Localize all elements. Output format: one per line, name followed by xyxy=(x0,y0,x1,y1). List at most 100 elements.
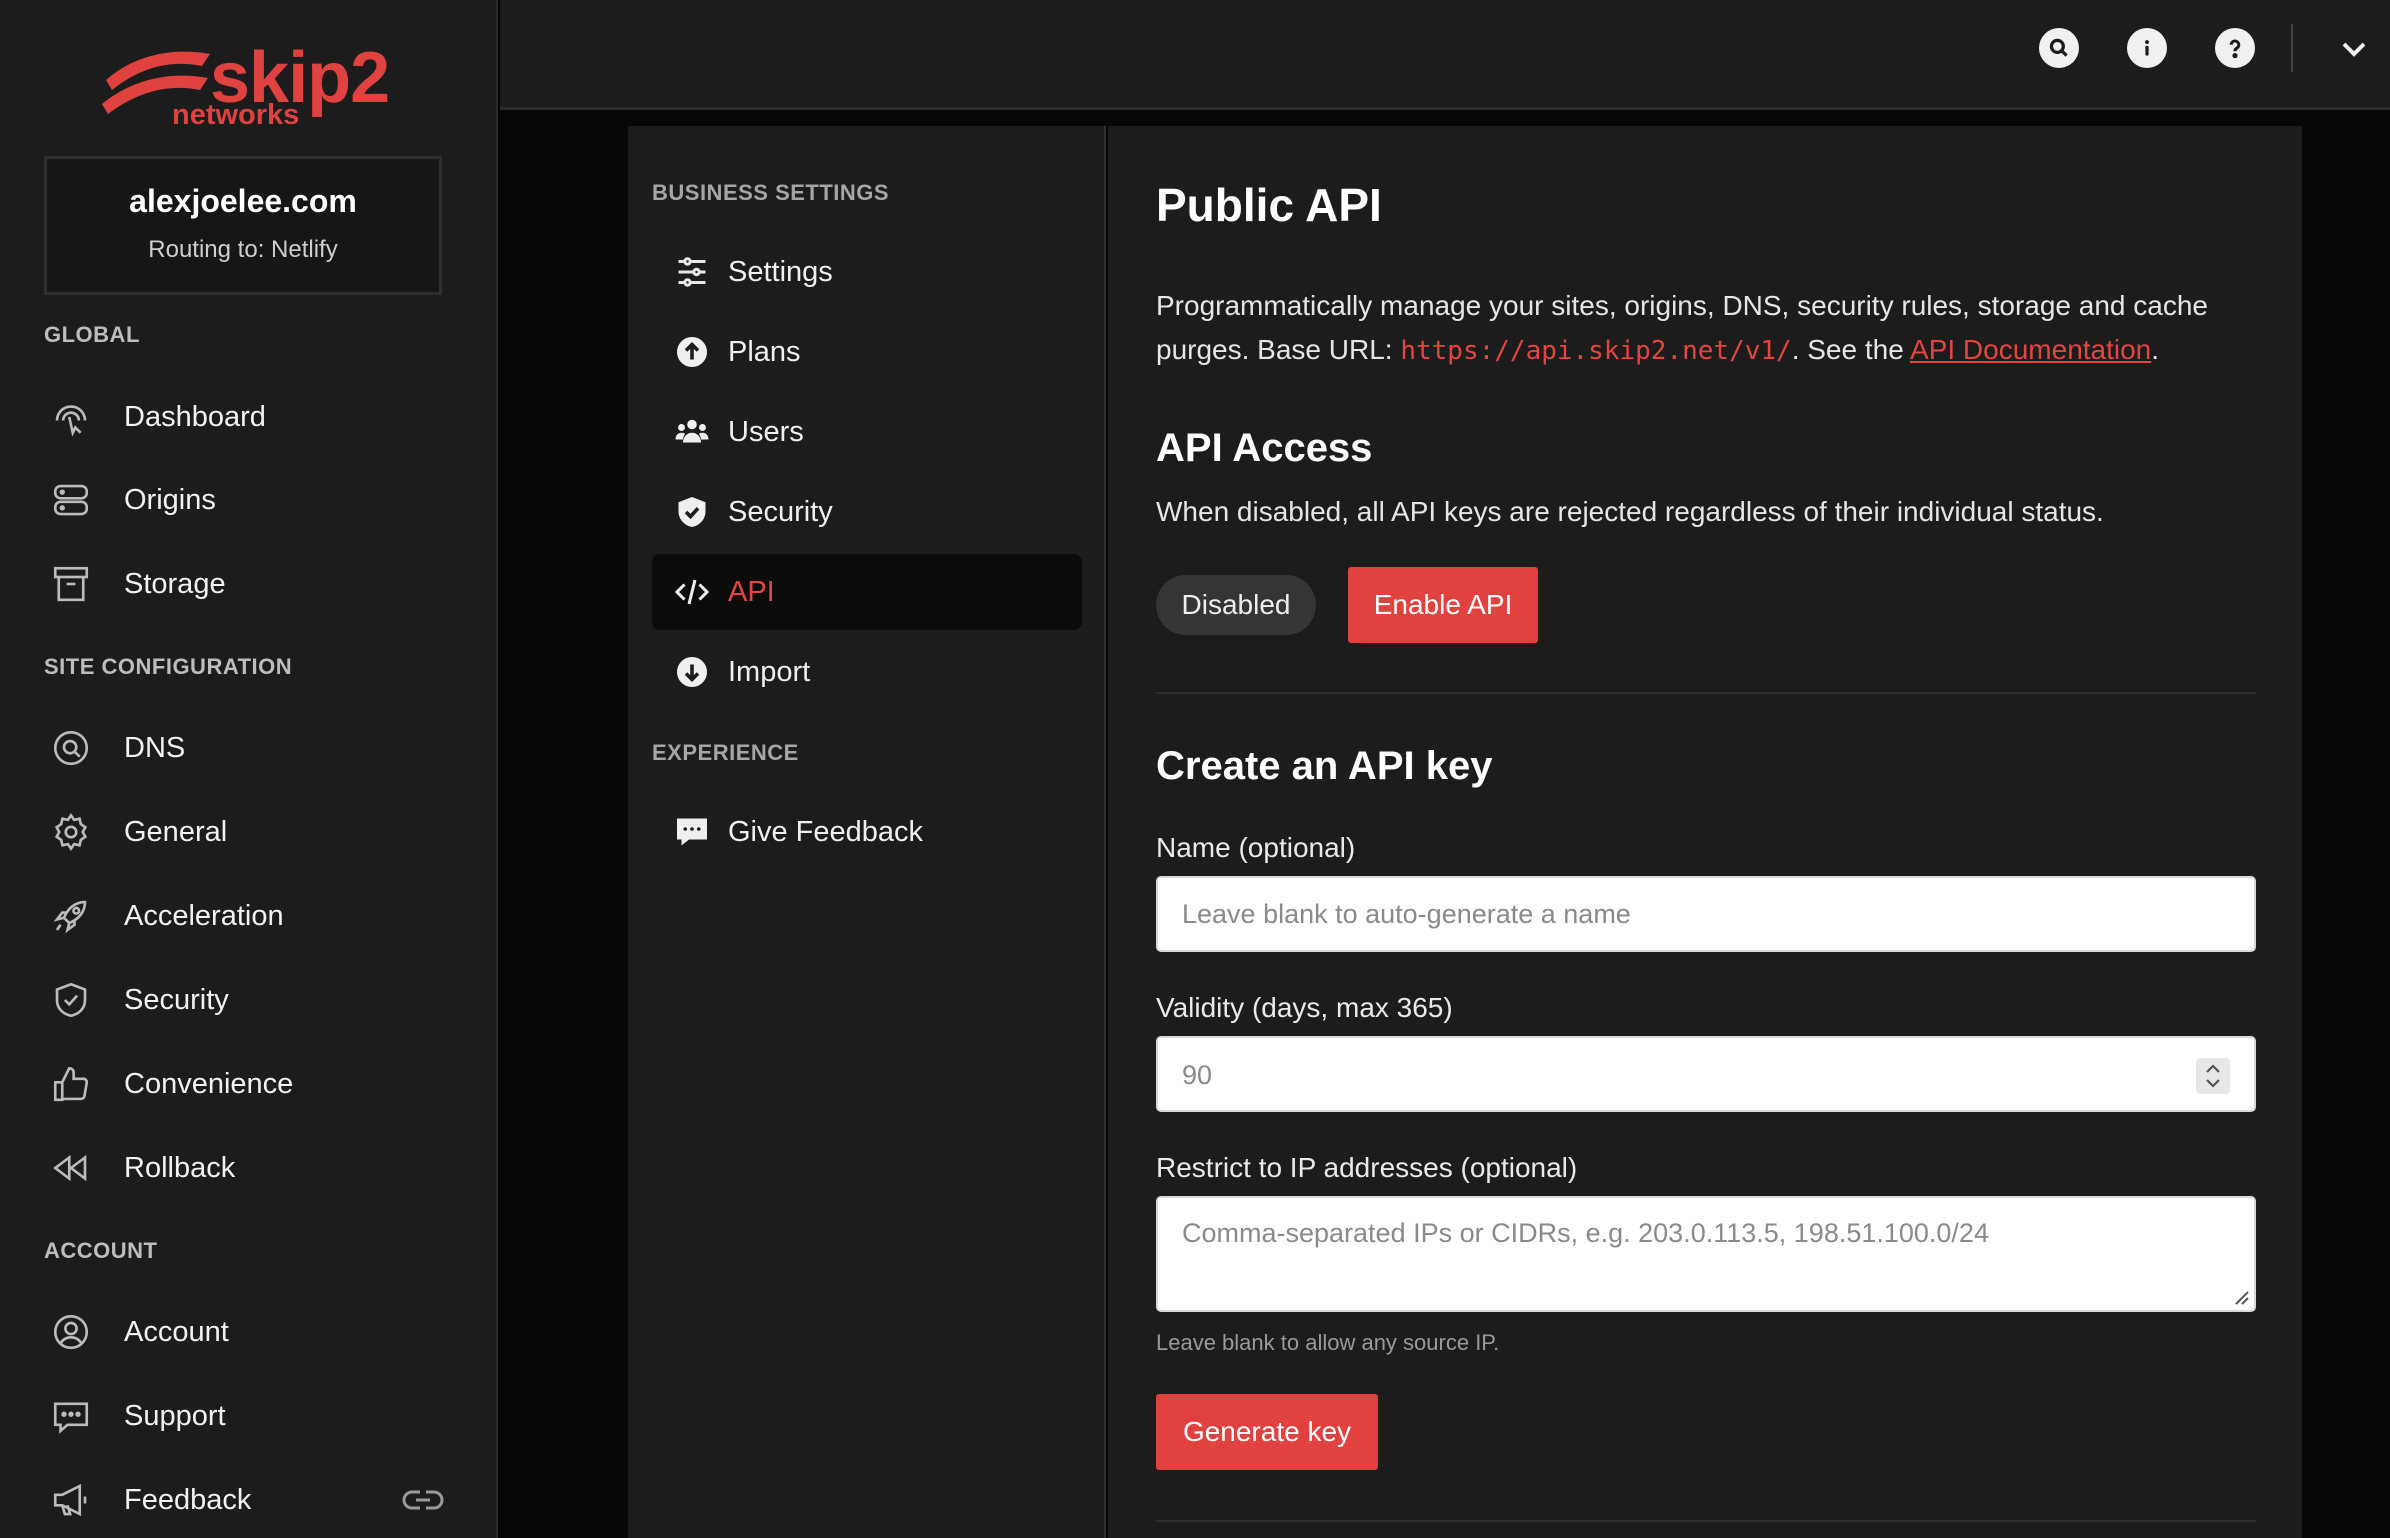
site-routing: Routing to: Netlify xyxy=(148,236,338,263)
base-url: https://api.skip2.net/v1/ xyxy=(1400,336,1792,366)
sidebar-item-storage[interactable]: Storage xyxy=(44,556,454,612)
sidebar-item-acceleration[interactable]: Acceleration xyxy=(44,888,454,944)
validity-input[interactable]: 90 xyxy=(1156,1036,2256,1112)
sidebar-item-label: Security xyxy=(124,983,229,1016)
validity-value: 90 xyxy=(1182,1060,1213,1090)
shield-check-icon xyxy=(44,972,108,1028)
settings-nav-label: API xyxy=(728,575,775,608)
sidebar-item-label: Rollback xyxy=(124,1151,236,1184)
settings-nav-item-api[interactable]: API xyxy=(652,554,1082,630)
thumbs-up-icon xyxy=(44,1056,108,1112)
gear-icon xyxy=(44,804,108,860)
section-experience: EXPERIENCE xyxy=(652,740,799,765)
sidebar-item-label: DNS xyxy=(124,731,186,764)
sidebar-item-label: Acceleration xyxy=(124,899,284,932)
sidebar-item-label: Support xyxy=(124,1399,226,1432)
site-selector[interactable]: alexjoelee.com Routing to: Netlify xyxy=(44,156,442,295)
server-icon xyxy=(44,472,108,528)
validity-label: Validity (days, max 365) xyxy=(1156,992,1453,1023)
rewind-icon xyxy=(44,1140,108,1196)
ip-restriction-textarea[interactable]: Comma-separated IPs or CIDRs, e.g. 203.0… xyxy=(1156,1196,2256,1312)
logo-subtitle: networks xyxy=(172,99,300,131)
ip-help-text: Leave blank to allow any source IP. xyxy=(1156,1330,1500,1355)
section-divider xyxy=(1156,692,2256,694)
user-circle-icon xyxy=(44,1304,108,1360)
sidebar-item-account[interactable]: Account xyxy=(44,1304,454,1360)
settings-nav-label: Security xyxy=(728,495,833,528)
section-account: ACCOUNT xyxy=(44,1238,158,1263)
sidebar-item-support[interactable]: Support xyxy=(44,1388,454,1444)
settings-nav-label: Plans xyxy=(728,335,801,368)
sidebar-item-label: Feedback xyxy=(124,1483,252,1516)
enable-api-button[interactable]: Enable API xyxy=(1348,567,1538,643)
dashboard-icon xyxy=(44,389,108,445)
section-site-configuration: SITE CONFIGURATION xyxy=(44,654,293,679)
api-status-badge: Disabled xyxy=(1156,575,1316,635)
page-title: Public API xyxy=(1156,179,1382,231)
shield-check-icon xyxy=(672,492,712,532)
create-api-key-title: Create an API key xyxy=(1156,744,1493,788)
site-name: alexjoelee.com xyxy=(129,183,357,219)
settings-nav-item-import[interactable]: Import xyxy=(652,634,1082,710)
sidebar-item-label: General xyxy=(124,815,228,848)
settings-nav-item-plans[interactable]: Plans xyxy=(652,314,1082,390)
users-icon xyxy=(672,412,712,452)
resize-handle-icon[interactable] xyxy=(2230,1286,2250,1306)
api-settings-panel: Public API Programmatically manage your … xyxy=(1108,126,2302,1538)
section-business-settings: BUSINESS SETTINGS xyxy=(652,180,890,205)
sidebar-item-rollback[interactable]: Rollback xyxy=(44,1140,454,1196)
sidebar-item-convenience[interactable]: Convenience xyxy=(44,1056,454,1112)
section-global: GLOBAL xyxy=(44,322,140,347)
chat-bubble-icon xyxy=(672,812,712,852)
arrow-down-circle-icon xyxy=(672,652,712,692)
megaphone-icon xyxy=(44,1472,108,1528)
settings-nav-label: Give Feedback xyxy=(728,815,924,848)
code-icon xyxy=(672,572,712,612)
key-name-input[interactable] xyxy=(1156,876,2256,952)
info-icon[interactable] xyxy=(2127,28,2167,68)
ip-restriction-label: Restrict to IP addresses (optional) xyxy=(1156,1152,1578,1183)
sidebar-item-label: Account xyxy=(124,1315,229,1348)
help-icon[interactable] xyxy=(2215,28,2255,68)
sidebar-item-label: Convenience xyxy=(124,1067,294,1100)
settings-nav-item-security[interactable]: Security xyxy=(652,474,1082,550)
rocket-icon xyxy=(44,888,108,944)
archive-icon xyxy=(44,556,108,612)
settings-nav-label: Users xyxy=(728,415,804,448)
skip2-logo[interactable]: skip2 networks xyxy=(98,38,390,131)
section-divider xyxy=(1156,1520,2256,1522)
settings-nav-item-users[interactable]: Users xyxy=(652,394,1082,470)
top-bar xyxy=(500,0,2390,110)
sidebar-item-origins[interactable]: Origins xyxy=(44,472,454,528)
topbar-divider xyxy=(2291,24,2293,72)
dns-search-icon xyxy=(44,720,108,776)
search-icon[interactable] xyxy=(2039,28,2079,68)
settings-nav: BUSINESS SETTINGS Settings Plans Users S… xyxy=(628,126,1106,1538)
number-stepper[interactable] xyxy=(2196,1058,2230,1094)
api-access-title: API Access xyxy=(1156,426,1373,470)
settings-nav-item-give-feedback[interactable]: Give Feedback xyxy=(652,794,1082,870)
link-icon[interactable] xyxy=(400,1482,446,1518)
sidebar-item-feedback[interactable]: Feedback xyxy=(44,1472,454,1528)
sidebar: skip2 networks alexjoelee.com Routing to… xyxy=(0,0,498,1538)
sidebar-item-dns[interactable]: DNS xyxy=(44,720,454,776)
sidebar-item-label: Storage xyxy=(124,567,226,600)
sidebar-item-dashboard[interactable]: Dashboard xyxy=(44,389,454,445)
ip-placeholder: Comma-separated IPs or CIDRs, e.g. 203.0… xyxy=(1182,1218,1989,1248)
name-label: Name (optional) xyxy=(1156,832,1356,863)
desc-suffix: . xyxy=(2151,334,2160,365)
sidebar-item-general[interactable]: General xyxy=(44,804,454,860)
arrow-up-circle-icon xyxy=(672,332,712,372)
generate-key-button[interactable]: Generate key xyxy=(1156,1394,1378,1470)
sidebar-item-security[interactable]: Security xyxy=(44,972,454,1028)
stepper-arrows-icon xyxy=(2206,1064,2220,1088)
sidebar-item-label: Origins xyxy=(124,483,216,516)
settings-nav-item-settings[interactable]: Settings xyxy=(652,234,1082,310)
api-description: Programmatically manage your sites, orig… xyxy=(1156,284,2266,373)
api-access-subtitle: When disabled, all API keys are rejected… xyxy=(1156,496,2104,527)
sliders-icon xyxy=(672,252,712,292)
sidebar-item-label: Dashboard xyxy=(124,400,266,433)
desc-mid: . See the xyxy=(1791,334,1911,365)
api-documentation-link[interactable]: API Documentation xyxy=(1910,334,2151,365)
chevron-down-icon[interactable] xyxy=(2338,34,2370,64)
